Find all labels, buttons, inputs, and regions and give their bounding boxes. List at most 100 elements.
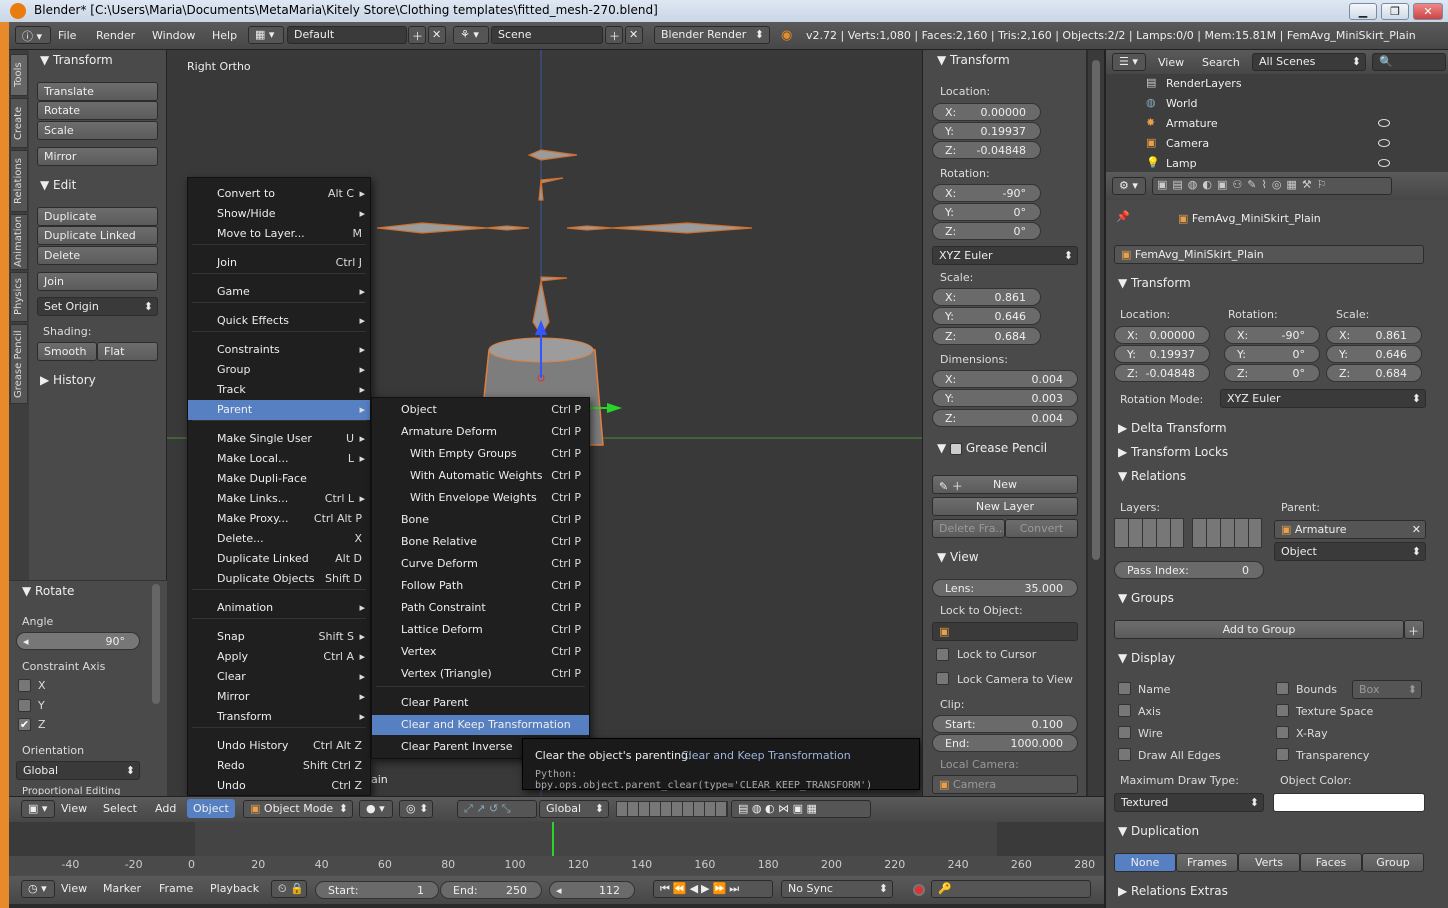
screen-layout-field[interactable]: Default (287, 26, 407, 44)
view-panel-title[interactable]: ▼ View (937, 550, 979, 564)
gp-new-layer-button[interactable]: New Layer (932, 497, 1078, 516)
clip-start-field[interactable]: Start: 0.100 (932, 715, 1078, 733)
parent-menu-item[interactable]: With Automatic Weights Ctrl P (372, 466, 589, 486)
eye-icon[interactable] (1378, 139, 1390, 147)
history-panel-title[interactable]: ▶ History (40, 373, 96, 387)
marker-menu[interactable]: Marker (103, 882, 141, 895)
rotate-button[interactable]: Rotate (37, 101, 158, 120)
scene-icon[interactable]: ⚘ ▾ (453, 26, 489, 44)
join-button[interactable]: Join (37, 272, 158, 291)
object-menu-item[interactable]: Game ▸ (188, 282, 370, 302)
props-location-x[interactable]: X: 0.00000 (1114, 326, 1210, 344)
groups-title[interactable]: ▼ Groups (1118, 591, 1174, 605)
tab-physics[interactable]: Physics (10, 272, 28, 322)
props-editor-icon[interactable]: ⚙ ▾ (1112, 177, 1146, 195)
props-transform-title[interactable]: ▼ Transform (1118, 276, 1191, 290)
object-menu-item[interactable]: Convert to Alt C ▸ (188, 184, 370, 204)
parent-menu-item[interactable]: Curve Deform Ctrl P (372, 554, 589, 574)
bounds-type-select[interactable]: Box ⬍ (1352, 680, 1422, 699)
object-menu-item[interactable]: Join Ctrl J (188, 253, 370, 273)
object-menu-button[interactable]: Object (187, 799, 235, 818)
frame-menu[interactable]: Frame (159, 882, 193, 895)
props-scale-x[interactable]: X: 0.861 (1326, 326, 1422, 344)
grease-pencil-title[interactable]: ▼ Grease Pencil (937, 441, 1047, 455)
props-location-y[interactable]: Y: 0.19937 (1114, 345, 1210, 363)
npanel-scrollbar[interactable] (1088, 50, 1104, 796)
delete-button[interactable]: Delete (37, 246, 158, 265)
clear-icon[interactable]: ✕ (1412, 523, 1421, 536)
view-editor-type-button[interactable]: ▣ ▾ (21, 800, 55, 818)
object-menu-item[interactable]: Track ▸ (188, 380, 370, 400)
render-engine-select[interactable]: Blender Render ⬍ (654, 26, 770, 44)
tab-animation[interactable]: Animation (10, 214, 28, 270)
outliner-editor-icon[interactable]: ☰ ▾ (1112, 53, 1146, 71)
mode-select[interactable]: ▣ Object Mode ⬍ (243, 800, 353, 818)
parent-menu-item[interactable]: Bone Relative Ctrl P (372, 532, 589, 552)
props-rotation-y[interactable]: Y: 0° (1224, 345, 1320, 363)
rotate-operator-title[interactable]: ▼ Rotate (22, 584, 74, 598)
dup-faces-button[interactable]: Faces (1300, 853, 1362, 872)
minimize-button[interactable]: ▁ (1349, 3, 1377, 20)
props-scale-z[interactable]: Z: 0.684 (1326, 364, 1422, 382)
object-menu-item[interactable]: Make Dupli-Face (188, 469, 370, 489)
pin-icon[interactable]: 📌 (1116, 210, 1130, 223)
display-texture-space-checkbox[interactable] (1276, 704, 1289, 717)
object-menu-item[interactable]: Redo Shift Ctrl Z (188, 756, 370, 776)
preview-range-toggle[interactable]: ⏲ 🔒 (271, 880, 307, 898)
menu-window[interactable]: Window (152, 29, 195, 42)
eye-icon[interactable] (1378, 159, 1390, 167)
object-menu-item[interactable]: Constraints ▸ (188, 340, 370, 360)
transform-locks-title[interactable]: ▶ Transform Locks (1118, 445, 1228, 459)
object-menu-item[interactable]: Mirror ▸ (188, 687, 370, 707)
scene-field[interactable]: Scene (491, 26, 603, 44)
display-all-edges-checkbox[interactable] (1118, 748, 1131, 761)
dup-group-button[interactable]: Group (1362, 853, 1424, 872)
operator-scrollbar[interactable] (152, 584, 160, 704)
outliner-row[interactable]: ◍ World (1126, 94, 1436, 114)
maximize-button[interactable]: ❐ (1381, 3, 1409, 20)
object-menu-item[interactable]: Quick Effects ▸ (188, 311, 370, 331)
grease-pencil-checkbox[interactable] (950, 442, 963, 455)
duplicate-linked-button[interactable]: Duplicate Linked (37, 226, 158, 245)
outliner-search-menu[interactable]: Search (1202, 56, 1240, 69)
remove-layout-button[interactable]: ✕ (428, 26, 446, 44)
layout-icon[interactable]: ▦ ▾ (248, 26, 284, 44)
tab-tools[interactable]: Tools (10, 54, 28, 96)
tab-grease-pencil[interactable]: Grease Pencil (10, 324, 28, 404)
parent-type-select[interactable]: Object ⬍ (1274, 542, 1426, 561)
display-transparency-checkbox[interactable] (1276, 748, 1289, 761)
n-location-y[interactable]: Y: 0.19937 (932, 122, 1041, 140)
object-menu-item[interactable]: Make Single User U ▸ (188, 429, 370, 449)
display-axis-checkbox[interactable] (1118, 704, 1131, 717)
parent-menu-item[interactable]: Vertex (Triangle) Ctrl P (372, 664, 589, 684)
axis-y-checkbox[interactable] (18, 699, 31, 712)
viewport-extra-icons[interactable]: ▤ ◍ ◐ ⋈ ▣ ▦ (731, 800, 871, 818)
n-dimension-x[interactable]: X: 0.004 (932, 370, 1078, 388)
clip-end-field[interactable]: End: 1000.000 (932, 734, 1078, 752)
parent-menu-item[interactable]: With Envelope Weights Ctrl P (372, 488, 589, 508)
timeline-editor-icon[interactable]: ◷ ▾ (21, 880, 55, 898)
parent-menu-item[interactable]: Path Constraint Ctrl P (372, 598, 589, 618)
parent-field[interactable]: ▣ Armature ✕ (1274, 520, 1426, 539)
props-rotation-x[interactable]: X: -90° (1224, 326, 1320, 344)
record-icon[interactable] (913, 884, 925, 896)
display-xray-checkbox[interactable] (1276, 726, 1289, 739)
remove-scene-button[interactable]: ✕ (625, 26, 643, 44)
object-menu-item[interactable]: Parent ▸ (188, 400, 370, 420)
object-name-field[interactable]: ▣ FemAvg_MiniSkirt_Plain (1114, 245, 1424, 264)
props-rotation-z[interactable]: Z: 0° (1224, 364, 1320, 382)
display-bounds-checkbox[interactable] (1276, 682, 1289, 695)
object-menu-item[interactable]: Apply Ctrl A ▸ (188, 647, 370, 667)
translate-button[interactable]: Translate (37, 82, 158, 101)
relations-title[interactable]: ▼ Relations (1118, 469, 1186, 483)
lock-object-field[interactable]: ▣ (932, 622, 1078, 641)
parent-menu-item[interactable]: Object Ctrl P (372, 400, 589, 420)
n-rotation-x[interactable]: X: -90° (932, 184, 1041, 202)
n-scale-y[interactable]: Y: 0.646 (932, 307, 1041, 325)
n-dimension-z[interactable]: Z: 0.004 (932, 409, 1078, 427)
n-scale-x[interactable]: X: 0.861 (932, 288, 1041, 306)
select-menu[interactable]: Select (103, 802, 137, 815)
parent-menu-item[interactable]: Armature Deform Ctrl P (372, 422, 589, 442)
object-menu-item[interactable]: Animation ▸ (188, 598, 370, 618)
duplicate-button[interactable]: Duplicate (37, 207, 158, 226)
